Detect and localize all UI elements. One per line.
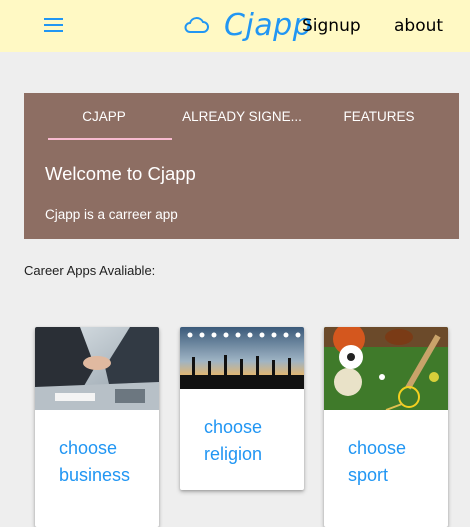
tab-cjapp[interactable]: CJAPP (48, 109, 160, 124)
tab-features[interactable]: FEATURES (324, 109, 434, 124)
active-tab-indicator (48, 138, 172, 140)
welcome-subtitle: Cjapp is a carreer app (45, 207, 178, 222)
top-navbar: Cjapp Signup about (0, 0, 470, 52)
cloud-icon (184, 17, 209, 33)
about-link[interactable]: about (394, 16, 443, 36)
choose-business-link[interactable]: choose business (59, 435, 149, 489)
card-sport: choose sport (324, 327, 448, 527)
section-label: Career Apps Avaliable: (24, 263, 156, 278)
business-handshake-photo (35, 327, 159, 410)
tab-already-signed[interactable]: ALREADY SIGNE... (172, 109, 312, 124)
card-religion: choose religion (180, 327, 304, 490)
sports-balls-photo (324, 327, 448, 410)
card-business: choose business (35, 327, 159, 527)
choose-sport-link[interactable]: choose sport (348, 435, 438, 489)
welcome-title: Welcome to Cjapp (45, 163, 196, 184)
welcome-panel: CJAPP ALREADY SIGNE... FEATURES Welcome … (24, 93, 459, 239)
tab-bar: CJAPP ALREADY SIGNE... FEATURES (24, 93, 459, 141)
brand-logo[interactable]: Cjapp (224, 6, 312, 46)
signup-link[interactable]: Signup (302, 16, 361, 36)
religion-silhouettes-photo (180, 327, 304, 389)
hamburger-menu-icon[interactable] (44, 17, 64, 33)
choose-religion-link[interactable]: choose religion (204, 414, 294, 468)
